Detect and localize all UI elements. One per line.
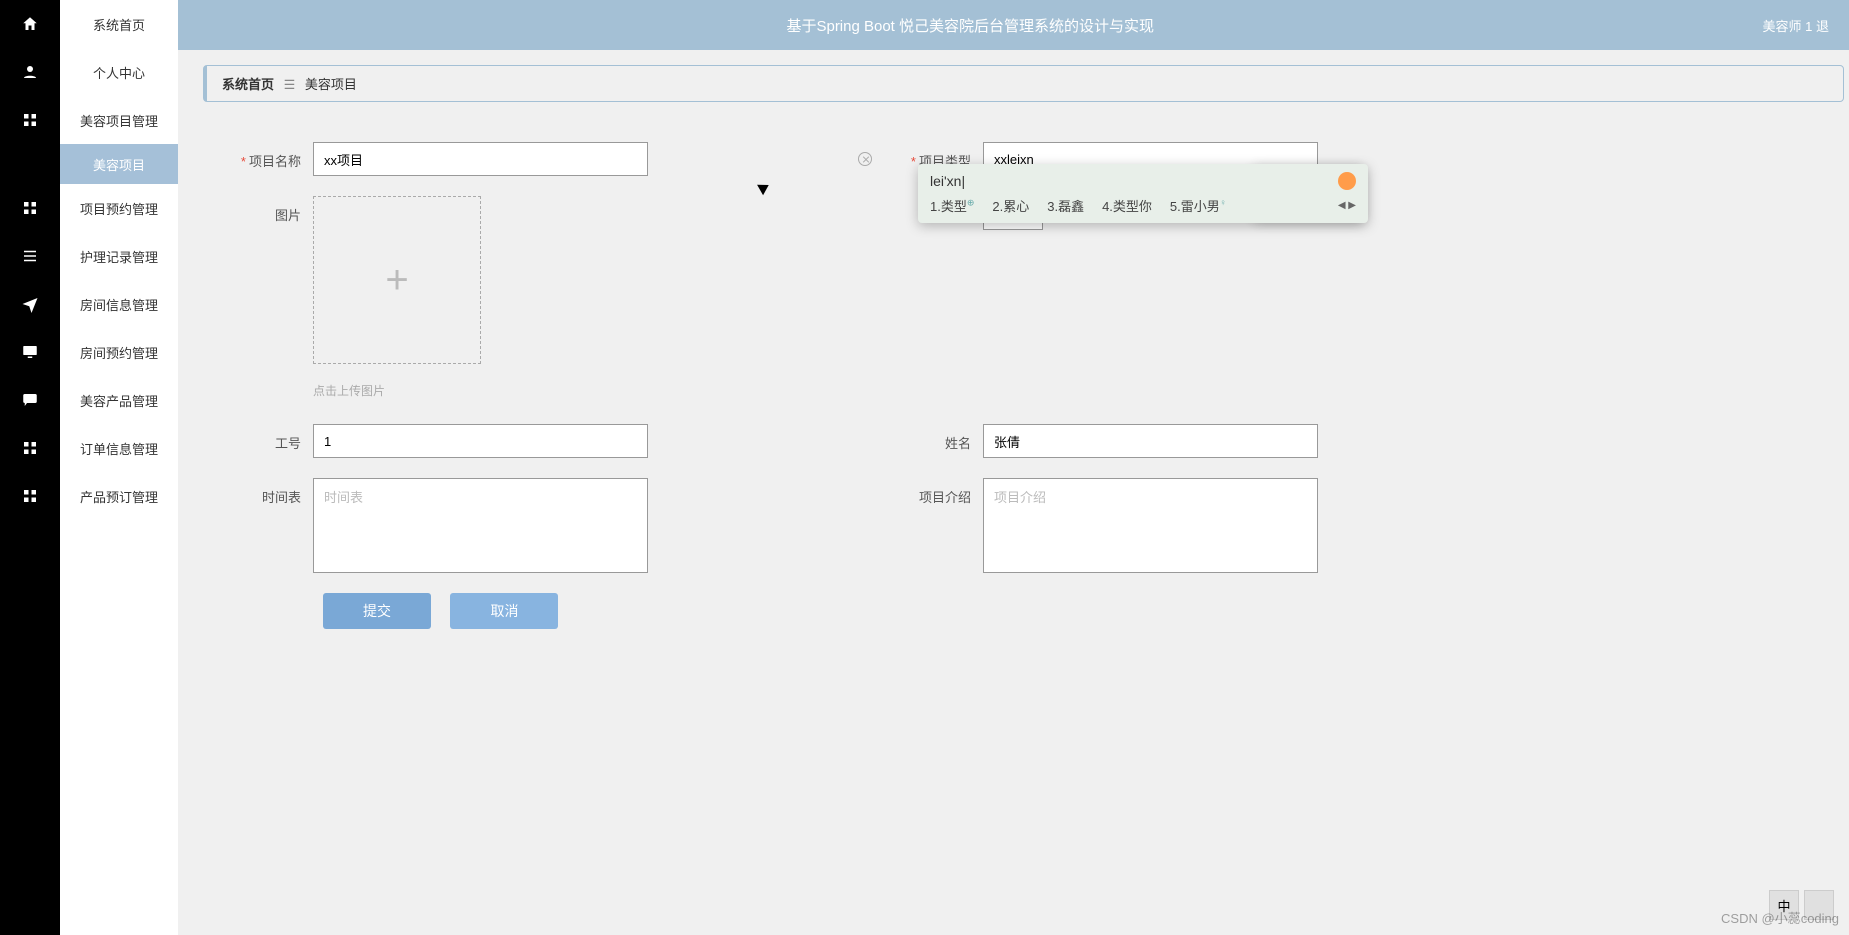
sidebar-item-product-booking[interactable]: 产品预订管理 [60,472,178,520]
grid-icon[interactable] [0,184,60,232]
name-input[interactable] [983,424,1318,458]
sidebar-item-appointment[interactable]: 项目预约管理 [60,184,178,232]
image-upload-box[interactable]: + [313,196,481,364]
staff-no-input[interactable] [313,424,648,458]
ime-candidate[interactable]: 3.磊鑫 [1047,196,1084,215]
chat-icon[interactable] [0,376,60,424]
ime-candidate-popup[interactable]: lei'xn 1.类型⊕ 2.累心 3.磊鑫 4.类型你 5.雷小男♀ ◀ ▶ [918,164,1368,223]
sidebar-item-beauty-project[interactable]: 美容项目管理 [60,96,178,144]
label-staff-no: 工号 [223,424,313,452]
plus-icon: + [385,258,408,303]
intro-textarea[interactable] [983,478,1318,573]
sidebar-item-room-info[interactable]: 房间信息管理 [60,280,178,328]
ime-candidate[interactable]: 5.雷小男♀ [1170,196,1227,215]
breadcrumb-home[interactable]: 系统首页 [222,77,274,92]
sidebar-item-room-booking[interactable]: 房间预约管理 [60,328,178,376]
user-info[interactable]: 美容师 1 退 [1763,16,1829,35]
label-intro: 项目介绍 [893,478,983,506]
send-icon[interactable] [0,280,60,328]
breadcrumb-separator-icon: ☰ [284,77,296,92]
sidebar-icons [0,0,60,935]
schedule-textarea[interactable] [313,478,648,573]
sub-spacer [0,144,60,184]
grid-icon[interactable] [0,424,60,472]
sidebar-item-profile[interactable]: 个人中心 [60,48,178,96]
sidebar-sub-beauty-project[interactable]: 美容项目 [60,144,178,184]
ime-candidate[interactable]: 1.类型⊕ [930,196,974,215]
grid-icon[interactable] [0,472,60,520]
user-icon[interactable] [0,48,60,96]
ime-typed-text: lei'xn [930,173,965,189]
ime-candidate[interactable]: 2.累心 [992,196,1029,215]
label-project-name: 项目名称 [223,142,313,170]
ime-logo-icon [1338,172,1356,190]
app-title: 基于Spring Boot 悦己美容院后台管理系统的设计与实现 [178,15,1763,36]
clear-icon[interactable] [858,152,872,166]
project-name-input[interactable] [313,142,648,176]
watermark: CSDN @小蕊coding [1721,908,1839,927]
breadcrumb-current: 美容项目 [305,77,357,92]
sidebar-item-order[interactable]: 订单信息管理 [60,424,178,472]
form: 项目名称 项目类型 lei'xn 1.类型⊕ 2.累心 3.磊鑫 4. [203,102,1849,649]
grid-icon[interactable] [0,96,60,144]
ime-page-arrows-icon[interactable]: ◀ ▶ [1338,200,1356,211]
list-icon[interactable] [0,232,60,280]
label-schedule: 时间表 [223,478,313,506]
monitor-icon[interactable] [0,328,60,376]
top-bar: 基于Spring Boot 悦己美容院后台管理系统的设计与实现 美容师 1 退 [178,0,1849,50]
label-name: 姓名 [893,424,983,452]
cancel-button[interactable]: 取消 [450,593,558,629]
breadcrumb: 系统首页 ☰ 美容项目 [203,65,1844,102]
label-image: 图片 [223,196,313,224]
upload-tip: 点击上传图片 [313,382,481,399]
sidebar-item-product[interactable]: 美容产品管理 [60,376,178,424]
sidebar-item-home[interactable]: 系统首页 [60,0,178,48]
submit-button[interactable]: 提交 [323,593,431,629]
sidebar-item-care-record[interactable]: 护理记录管理 [60,232,178,280]
sidebar-labels: 系统首页 个人中心 美容项目管理 美容项目 项目预约管理 护理记录管理 房间信息… [60,0,178,935]
ime-candidate[interactable]: 4.类型你 [1102,196,1152,215]
content-area: 系统首页 ☰ 美容项目 项目名称 项目类型 lei'xn 1.类型⊕ [178,50,1849,935]
home-icon[interactable] [0,0,60,48]
